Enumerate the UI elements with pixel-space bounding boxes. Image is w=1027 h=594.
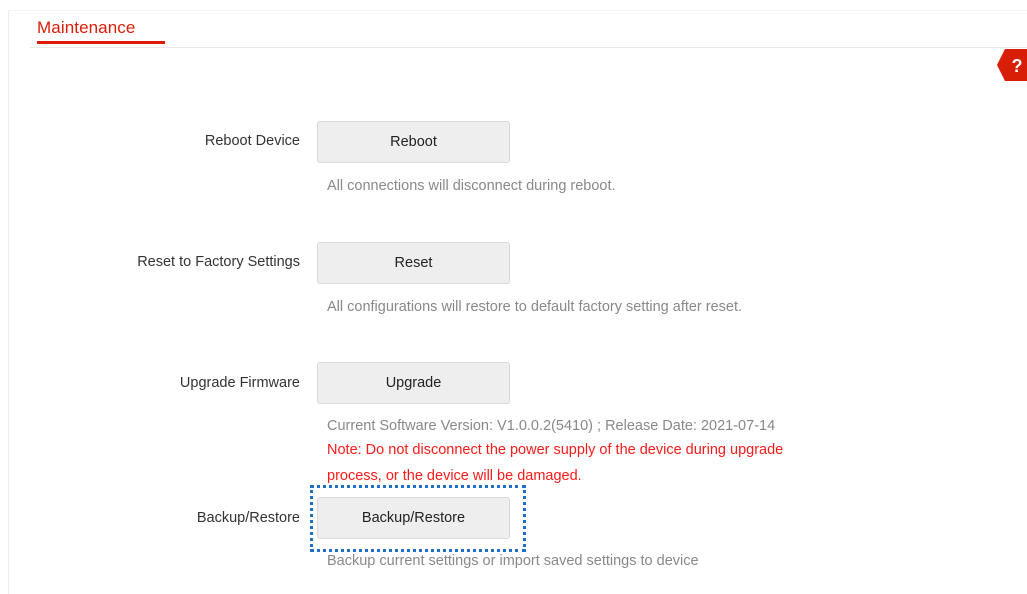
backup-restore-label: Backup/Restore — [196, 510, 300, 526]
title-underline — [37, 41, 165, 44]
backup-restore-button[interactable]: Backup/Restore — [317, 497, 510, 539]
upgrade-firmware-label: Upgrade Firmware — [179, 375, 300, 391]
backup-restore-hint: Backup current settings or import saved … — [327, 553, 699, 569]
reboot-hint: All connections will disconnect during r… — [327, 178, 616, 194]
help-glyph: ? — [1012, 56, 1023, 76]
question-mark-icon: ? — [997, 49, 1027, 81]
reset-hint: All configurations will restore to defau… — [327, 299, 743, 315]
page-title: Maintenance — [37, 18, 136, 37]
reset-button[interactable]: Reset — [317, 242, 510, 284]
help-button[interactable]: ? — [997, 49, 1027, 81]
page-header: Maintenance — [30, 14, 1027, 48]
upgrade-warning-line2: process, or the device will be damaged. — [327, 468, 582, 484]
reboot-button[interactable]: Reboot — [317, 121, 510, 163]
upgrade-warning-line1: Note: Do not disconnect the power supply… — [327, 442, 784, 458]
upgrade-button[interactable]: Upgrade — [317, 362, 510, 404]
reset-factory-label: Reset to Factory Settings — [137, 254, 300, 270]
maintenance-page: Maintenance ? Reboot Device Reboot All c… — [0, 0, 1027, 594]
firmware-version-info: Current Software Version: V1.0.0.2(5410)… — [327, 418, 776, 434]
reboot-device-label: Reboot Device — [204, 133, 300, 149]
